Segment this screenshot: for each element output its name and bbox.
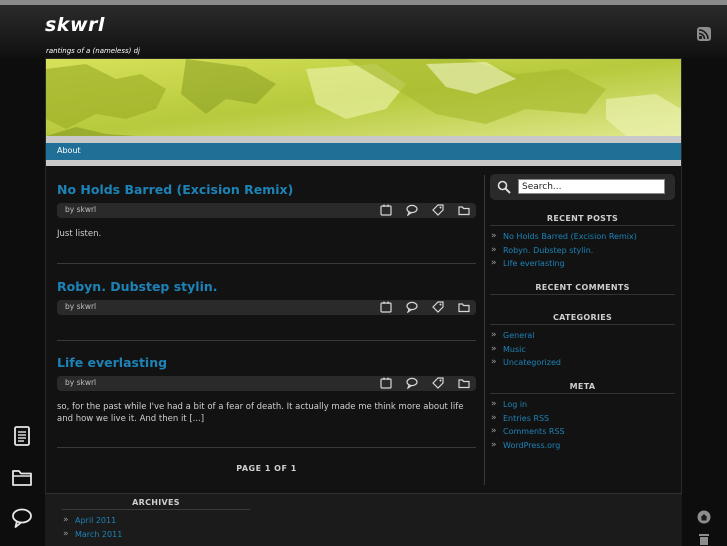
- sidebar-link[interactable]: WordPress.org: [490, 439, 675, 453]
- widget-title: ARCHIVES: [62, 498, 250, 510]
- sidebar-link[interactable]: Music: [490, 343, 675, 357]
- search-input[interactable]: [518, 179, 665, 194]
- banner-divider: [46, 136, 681, 143]
- post-excerpt: so, for the past while I've had a bit of…: [57, 402, 464, 424]
- rss-icon[interactable]: [697, 27, 711, 41]
- post-byline: by skwrl: [65, 302, 97, 311]
- calendar-icon[interactable]: [380, 204, 392, 216]
- tag-icon[interactable]: [432, 301, 444, 313]
- recent-posts-widget: RECENT POSTS No Holds Barred (Excision R…: [490, 214, 675, 271]
- post-meta-bar: by skwrl: [57, 376, 476, 391]
- post-divider: [57, 263, 476, 264]
- archive-link[interactable]: April 2011: [62, 514, 250, 528]
- sidebar-link[interactable]: Entries RSS: [490, 412, 675, 426]
- page-container: About No Holds Barred (Excision Remix) b…: [45, 58, 682, 545]
- sidebar-link[interactable]: No Holds Barred (Excision Remix): [490, 230, 675, 244]
- folder-icon[interactable]: [458, 377, 470, 389]
- post-title[interactable]: Robyn. Dubstep stylin.: [57, 279, 476, 294]
- recent-comments-widget: RECENT COMMENTS: [490, 283, 675, 295]
- column-divider: [484, 175, 485, 485]
- tag-icon[interactable]: [432, 377, 444, 389]
- search-widget: [490, 174, 675, 200]
- site-tagline: rantings of a (nameless) dj: [46, 47, 141, 55]
- post-byline: by skwrl: [65, 378, 97, 387]
- calendar-icon[interactable]: [380, 377, 392, 389]
- search-icon[interactable]: [497, 180, 511, 194]
- post: Life everlasting by skwrl so, for the pa…: [57, 355, 476, 425]
- meta-widget: META Log in Entries RSS Comments RSS Wor…: [490, 382, 675, 452]
- comment-icon[interactable]: [406, 204, 418, 217]
- widget-title: META: [490, 382, 675, 394]
- archives-widget: ARCHIVES April 2011 March 2011: [62, 498, 250, 541]
- folder-icon[interactable]: [458, 204, 470, 216]
- document-icon[interactable]: [11, 425, 33, 447]
- post-byline: by skwrl: [65, 205, 97, 214]
- widget-title: RECENT POSTS: [490, 214, 675, 226]
- post-meta-bar: by skwrl: [57, 300, 476, 315]
- post-excerpt: Just listen.: [57, 229, 102, 239]
- comment-icon[interactable]: [11, 507, 33, 529]
- sidebar-link[interactable]: Log in: [490, 398, 675, 412]
- post-meta-bar: by skwrl: [57, 203, 476, 218]
- nav-divider: [46, 160, 681, 166]
- categories-widget: CATEGORIES General Music Uncategorized: [490, 313, 675, 370]
- home-icon[interactable]: [697, 510, 711, 524]
- main-nav: About: [46, 143, 681, 160]
- site-title[interactable]: skwrl: [45, 14, 105, 36]
- post-divider: [57, 340, 476, 341]
- widget-title: CATEGORIES: [490, 313, 675, 325]
- sidebar-link[interactable]: Uncategorized: [490, 356, 675, 370]
- post: No Holds Barred (Excision Remix) by skwr…: [57, 182, 476, 240]
- post-title[interactable]: No Holds Barred (Excision Remix): [57, 182, 476, 197]
- widget-title: RECENT COMMENTS: [490, 283, 675, 295]
- post: Robyn. Dubstep stylin. by skwrl: [57, 279, 476, 315]
- post-divider: [57, 447, 476, 448]
- folder-icon[interactable]: [11, 466, 33, 488]
- comment-icon[interactable]: [406, 301, 418, 314]
- header-banner-image: [46, 59, 681, 136]
- sidebar-link[interactable]: Life everlasting: [490, 257, 675, 271]
- trash-icon[interactable]: [697, 533, 711, 545]
- site-header: skwrl rantings of a (nameless) dj: [0, 5, 727, 58]
- archive-link[interactable]: March 2011: [62, 528, 250, 542]
- sidebar-link[interactable]: General: [490, 329, 675, 343]
- sidebar-link[interactable]: Comments RSS: [490, 425, 675, 439]
- nav-item-about[interactable]: About: [57, 146, 81, 155]
- folder-icon[interactable]: [458, 301, 470, 313]
- calendar-icon[interactable]: [380, 301, 392, 313]
- comment-icon[interactable]: [406, 377, 418, 390]
- sidebar-link[interactable]: Robyn. Dubstep stylin.: [490, 244, 675, 258]
- tag-icon[interactable]: [432, 204, 444, 216]
- sidebar: RECENT POSTS No Holds Barred (Excision R…: [490, 174, 675, 452]
- post-title[interactable]: Life everlasting: [57, 355, 476, 370]
- pagination-label: PAGE 1 OF 1: [236, 464, 297, 473]
